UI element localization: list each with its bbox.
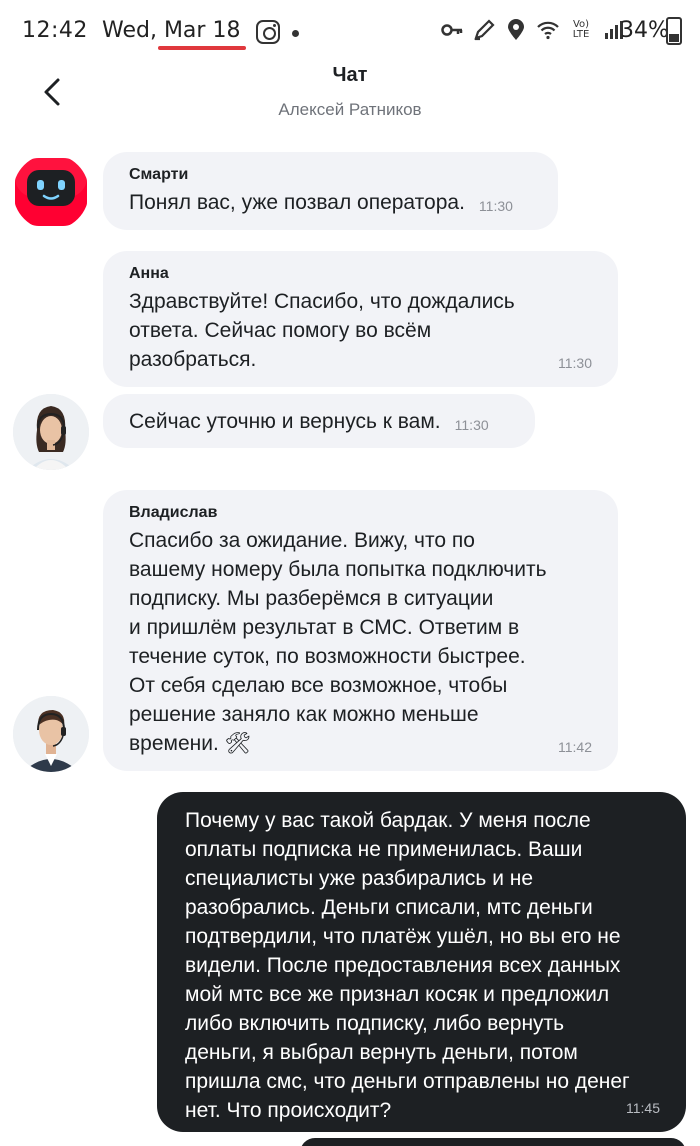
- volte-icon: Vo) LTE: [568, 20, 594, 40]
- message-line: времени. 🛠: [129, 732, 252, 755]
- location-icon: [508, 19, 524, 40]
- battery-icon: [666, 17, 682, 45]
- message-time: 11:42: [558, 739, 592, 755]
- page-title: Чат: [332, 64, 368, 86]
- message-line: видели. После предоставления всех данных: [185, 954, 621, 977]
- outgoing-message-bubble[interactable]: Почему у вас такой бардак. У меня после …: [157, 792, 686, 1132]
- operator-avatar: [13, 394, 89, 470]
- message-line: решение заняло как можно меньше: [129, 703, 479, 726]
- message-bubble[interactable]: Сейчас уточню и вернусь к вам. 11:30: [103, 394, 535, 448]
- message-line: подписку. Мы разберёмся в ситуации: [129, 587, 494, 610]
- message-line: оплаты подписка не применилась. Ваши: [185, 838, 583, 861]
- message-line: Почему у вас такой бардак. У меня после: [185, 809, 591, 832]
- sender-name: Владислав: [129, 504, 218, 521]
- message-line: либо включить подписку, либо вернуть: [185, 1012, 565, 1035]
- message-text: Почему у вас такой бардак. У меня после …: [185, 806, 658, 1125]
- status-date: Wed, Mar 18: [102, 18, 241, 43]
- status-icons: Vo) LTE: [440, 18, 626, 42]
- message-bubble[interactable]: Анна Здравствуйте! Спасибо, что дождалис…: [103, 251, 618, 387]
- message-line: течение суток, по возможности быстрее.: [129, 645, 526, 668]
- message-line: специалисты уже разбирались и не: [185, 867, 534, 890]
- operator-avatar: [13, 696, 89, 772]
- message-time: 11:45: [626, 1100, 660, 1116]
- wifi-icon: [537, 21, 559, 40]
- status-time: 12:42: [22, 18, 88, 43]
- message-line: ответа. Сейчас помогу во всём: [129, 319, 432, 342]
- message-line: нет. Что происходит?: [185, 1099, 392, 1122]
- message-text: Сейчас уточню и вернусь к вам. 11:30: [129, 407, 509, 440]
- operator-man-icon: [13, 696, 89, 772]
- message-line: пришла смс, что деньги отправлены но ден…: [185, 1070, 630, 1093]
- message-line: От себя сделаю все возможное, чтобы: [129, 674, 508, 697]
- robot-icon: [15, 158, 87, 226]
- message-line: вашему номеру была попытка подключить: [129, 558, 547, 581]
- page-subtitle: Алексей Ратников: [278, 100, 422, 119]
- message-bubble[interactable]: Смарти Понял вас, уже позвал оператора. 1…: [103, 152, 558, 230]
- message-line: подтвердили, что платёж ушёл, но вы его …: [185, 925, 621, 948]
- spellcheck-underline: [158, 46, 246, 50]
- battery-percent: 34%: [620, 18, 669, 43]
- message-text: Спасибо за ожидание. Вижу, что по вашему…: [129, 526, 592, 758]
- message-time: 11:30: [558, 355, 592, 371]
- status-bar: 12:42 Wed, Mar 18 Vo) LTE 34%: [0, 0, 700, 62]
- message-text: Здравствуйте! Спасибо, что дождались отв…: [129, 287, 592, 374]
- message-line: и пришлём результат в СМС. Ответим в: [129, 616, 520, 639]
- outgoing-message-bubble-partial[interactable]: [300, 1138, 686, 1146]
- message-line: разобраться.: [129, 348, 257, 371]
- message-line: мой мтс все же признал косяк и предложил: [185, 983, 610, 1006]
- message-text: Понял вас, уже позвал оператора. 11:30: [129, 188, 532, 221]
- instagram-icon: [256, 20, 280, 44]
- message-text-content: Сейчас уточню и вернусь к вам.: [129, 410, 441, 433]
- message-line: деньги, я выбрал вернуть деньги, потом: [185, 1041, 578, 1064]
- sender-name: Анна: [129, 265, 169, 282]
- pen-icon: [474, 19, 495, 41]
- message-bubble[interactable]: Владислав Спасибо за ожидание. Вижу, что…: [103, 490, 618, 771]
- chat-header: Чат Алексей Ратников: [0, 62, 700, 132]
- bot-avatar: [13, 154, 89, 230]
- operator-woman-icon: [13, 394, 89, 470]
- message-text-content: Понял вас, уже позвал оператора.: [129, 191, 465, 214]
- key-icon: [441, 24, 463, 36]
- volte-bottom-label: LTE: [572, 29, 590, 40]
- message-line: Спасибо за ожидание. Вижу, что по: [129, 529, 475, 552]
- notification-dot-icon: [292, 30, 299, 37]
- message-line: Здравствуйте! Спасибо, что дождались: [129, 290, 515, 313]
- message-time: 11:30: [478, 198, 513, 214]
- message-time: 11:30: [454, 417, 489, 433]
- sender-name: Смарти: [129, 166, 189, 183]
- message-line: разобрались. Деньги списали, мтс деньги: [185, 896, 593, 919]
